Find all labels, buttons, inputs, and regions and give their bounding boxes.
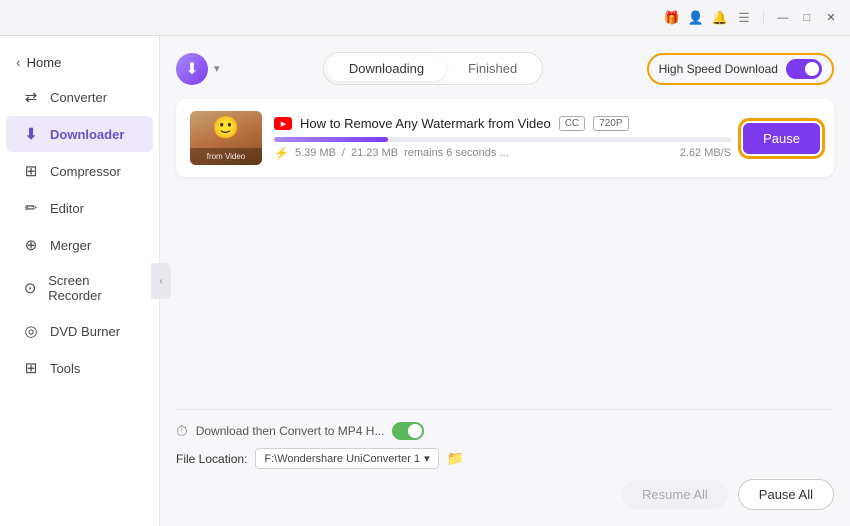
- thumb-face-icon: 🙂: [212, 115, 239, 141]
- back-arrow-icon: ‹: [16, 54, 21, 70]
- sidebar-label-dvd-burner: DVD Burner: [50, 324, 120, 339]
- sidebar-label-downloader: Downloader: [50, 127, 124, 142]
- tab-downloading[interactable]: Downloading: [327, 56, 446, 81]
- size-downloaded: 5.39 MB: [295, 147, 336, 159]
- download-title-row: How to Remove Any Watermark from Video C…: [274, 116, 731, 131]
- convert-toggle[interactable]: [392, 422, 424, 440]
- minimize-button[interactable]: —: [774, 9, 792, 27]
- sidebar-label-screen-recorder: Screen Recorder: [48, 273, 137, 303]
- download-speed: 2.62 MB/S: [680, 147, 731, 159]
- pause-all-button[interactable]: Pause All: [738, 479, 834, 510]
- sidebar-label-editor: Editor: [50, 201, 84, 216]
- high-speed-toggle[interactable]: [786, 59, 822, 79]
- badge-cc: CC: [559, 116, 585, 131]
- size-total: 21.23 MB: [351, 147, 398, 159]
- sidebar-item-tools[interactable]: ⊞ Tools: [6, 350, 153, 386]
- high-speed-label: High Speed Download: [659, 62, 778, 76]
- sidebar-label-merger: Merger: [50, 238, 91, 253]
- download-stats: ⚡ 5.39 MB / 21.23 MB remains 6 seconds .…: [274, 146, 731, 160]
- sidebar-item-editor[interactable]: ✏ Editor: [6, 190, 153, 226]
- home-label: Home: [27, 55, 62, 70]
- app-body: ‹ Home ⇄ Converter ⬇ Downloader ⊞ Compre…: [0, 36, 850, 526]
- gift-icon[interactable]: 🎁: [663, 9, 681, 27]
- sidebar-label-compressor: Compressor: [50, 164, 121, 179]
- convert-row: ⏱ Download then Convert to MP4 H...: [176, 422, 834, 440]
- converter-icon: ⇄: [22, 88, 40, 106]
- time-remaining: remains 6 seconds ...: [404, 147, 509, 159]
- user-icon[interactable]: 👤: [687, 9, 705, 27]
- spacer: [176, 177, 834, 409]
- sidebar-item-screen-recorder[interactable]: ⊙ Screen Recorder: [6, 264, 153, 312]
- folder-icon[interactable]: 📁: [447, 450, 464, 467]
- tab-group: Downloading Finished: [323, 52, 543, 85]
- sidebar-item-downloader[interactable]: ⬇ Downloader: [6, 116, 153, 152]
- dropdown-arrow-icon: ▾: [424, 452, 430, 465]
- bell-icon[interactable]: 🔔: [711, 9, 729, 27]
- logo-dropdown-icon[interactable]: ▾: [214, 62, 220, 75]
- high-speed-download-area: High Speed Download: [647, 53, 834, 85]
- file-path: F:\Wondershare UniConverter 1: [264, 453, 420, 465]
- tools-icon: ⊞: [22, 359, 40, 377]
- clock-icon: ⏱: [176, 423, 188, 440]
- progress-bar-fill: [274, 137, 388, 142]
- titlebar: 🎁 👤 🔔 ☰ — □ ✕: [0, 0, 850, 36]
- thumb-text: from Video: [190, 148, 262, 165]
- sidebar-label-tools: Tools: [50, 361, 80, 376]
- file-location-label: File Location:: [176, 452, 247, 466]
- menu-icon[interactable]: ☰: [735, 9, 753, 27]
- dvd-burner-icon: ◎: [22, 322, 40, 340]
- top-bar: ⬇ ▾ Downloading Finished High Speed Down…: [176, 52, 834, 85]
- progress-row: [274, 137, 731, 142]
- merger-icon: ⊕: [22, 236, 40, 254]
- size-separator: /: [342, 147, 345, 159]
- resume-all-button[interactable]: Resume All: [622, 480, 728, 509]
- logo-area: ⬇ ▾: [176, 53, 220, 85]
- compressor-icon: ⊞: [22, 162, 40, 180]
- bottom-actions: Resume All Pause All: [176, 477, 834, 510]
- file-location-row: File Location: F:\Wondershare UniConvert…: [176, 448, 834, 469]
- editor-icon: ✏: [22, 199, 40, 217]
- sidebar: ‹ Home ⇄ Converter ⬇ Downloader ⊞ Compre…: [0, 36, 160, 526]
- download-info: How to Remove Any Watermark from Video C…: [274, 116, 731, 160]
- main-content: ⬇ ▾ Downloading Finished High Speed Down…: [160, 36, 850, 526]
- progress-bar-background: [274, 137, 731, 142]
- maximize-button[interactable]: □: [798, 9, 816, 27]
- downloader-icon: ⬇: [22, 125, 40, 143]
- lightning-icon: ⚡: [274, 146, 289, 160]
- tab-finished[interactable]: Finished: [446, 56, 539, 81]
- download-title: How to Remove Any Watermark from Video: [300, 116, 551, 131]
- close-button[interactable]: ✕: [822, 9, 840, 27]
- sidebar-back-home[interactable]: ‹ Home: [0, 46, 159, 78]
- bottom-bar: ⏱ Download then Convert to MP4 H... File…: [176, 409, 834, 510]
- sidebar-item-converter[interactable]: ⇄ Converter: [6, 79, 153, 115]
- pause-button[interactable]: Pause: [743, 123, 820, 154]
- video-thumbnail: 🙂 from Video: [190, 111, 262, 165]
- file-location-select[interactable]: F:\Wondershare UniConverter 1 ▾: [255, 448, 438, 469]
- download-card: 🙂 from Video How to Remove Any Watermark…: [176, 99, 834, 177]
- sidebar-collapse-button[interactable]: ‹: [151, 263, 171, 299]
- app-logo: ⬇: [176, 53, 208, 85]
- convert-label: Download then Convert to MP4 H...: [196, 424, 385, 438]
- sidebar-item-merger[interactable]: ⊕ Merger: [6, 227, 153, 263]
- youtube-icon: [274, 117, 292, 130]
- badge-720p: 720P: [593, 116, 628, 131]
- sidebar-label-converter: Converter: [50, 90, 107, 105]
- sidebar-item-dvd-burner[interactable]: ◎ DVD Burner: [6, 313, 153, 349]
- screen-recorder-icon: ⊙: [22, 279, 38, 297]
- sidebar-item-compressor[interactable]: ⊞ Compressor: [6, 153, 153, 189]
